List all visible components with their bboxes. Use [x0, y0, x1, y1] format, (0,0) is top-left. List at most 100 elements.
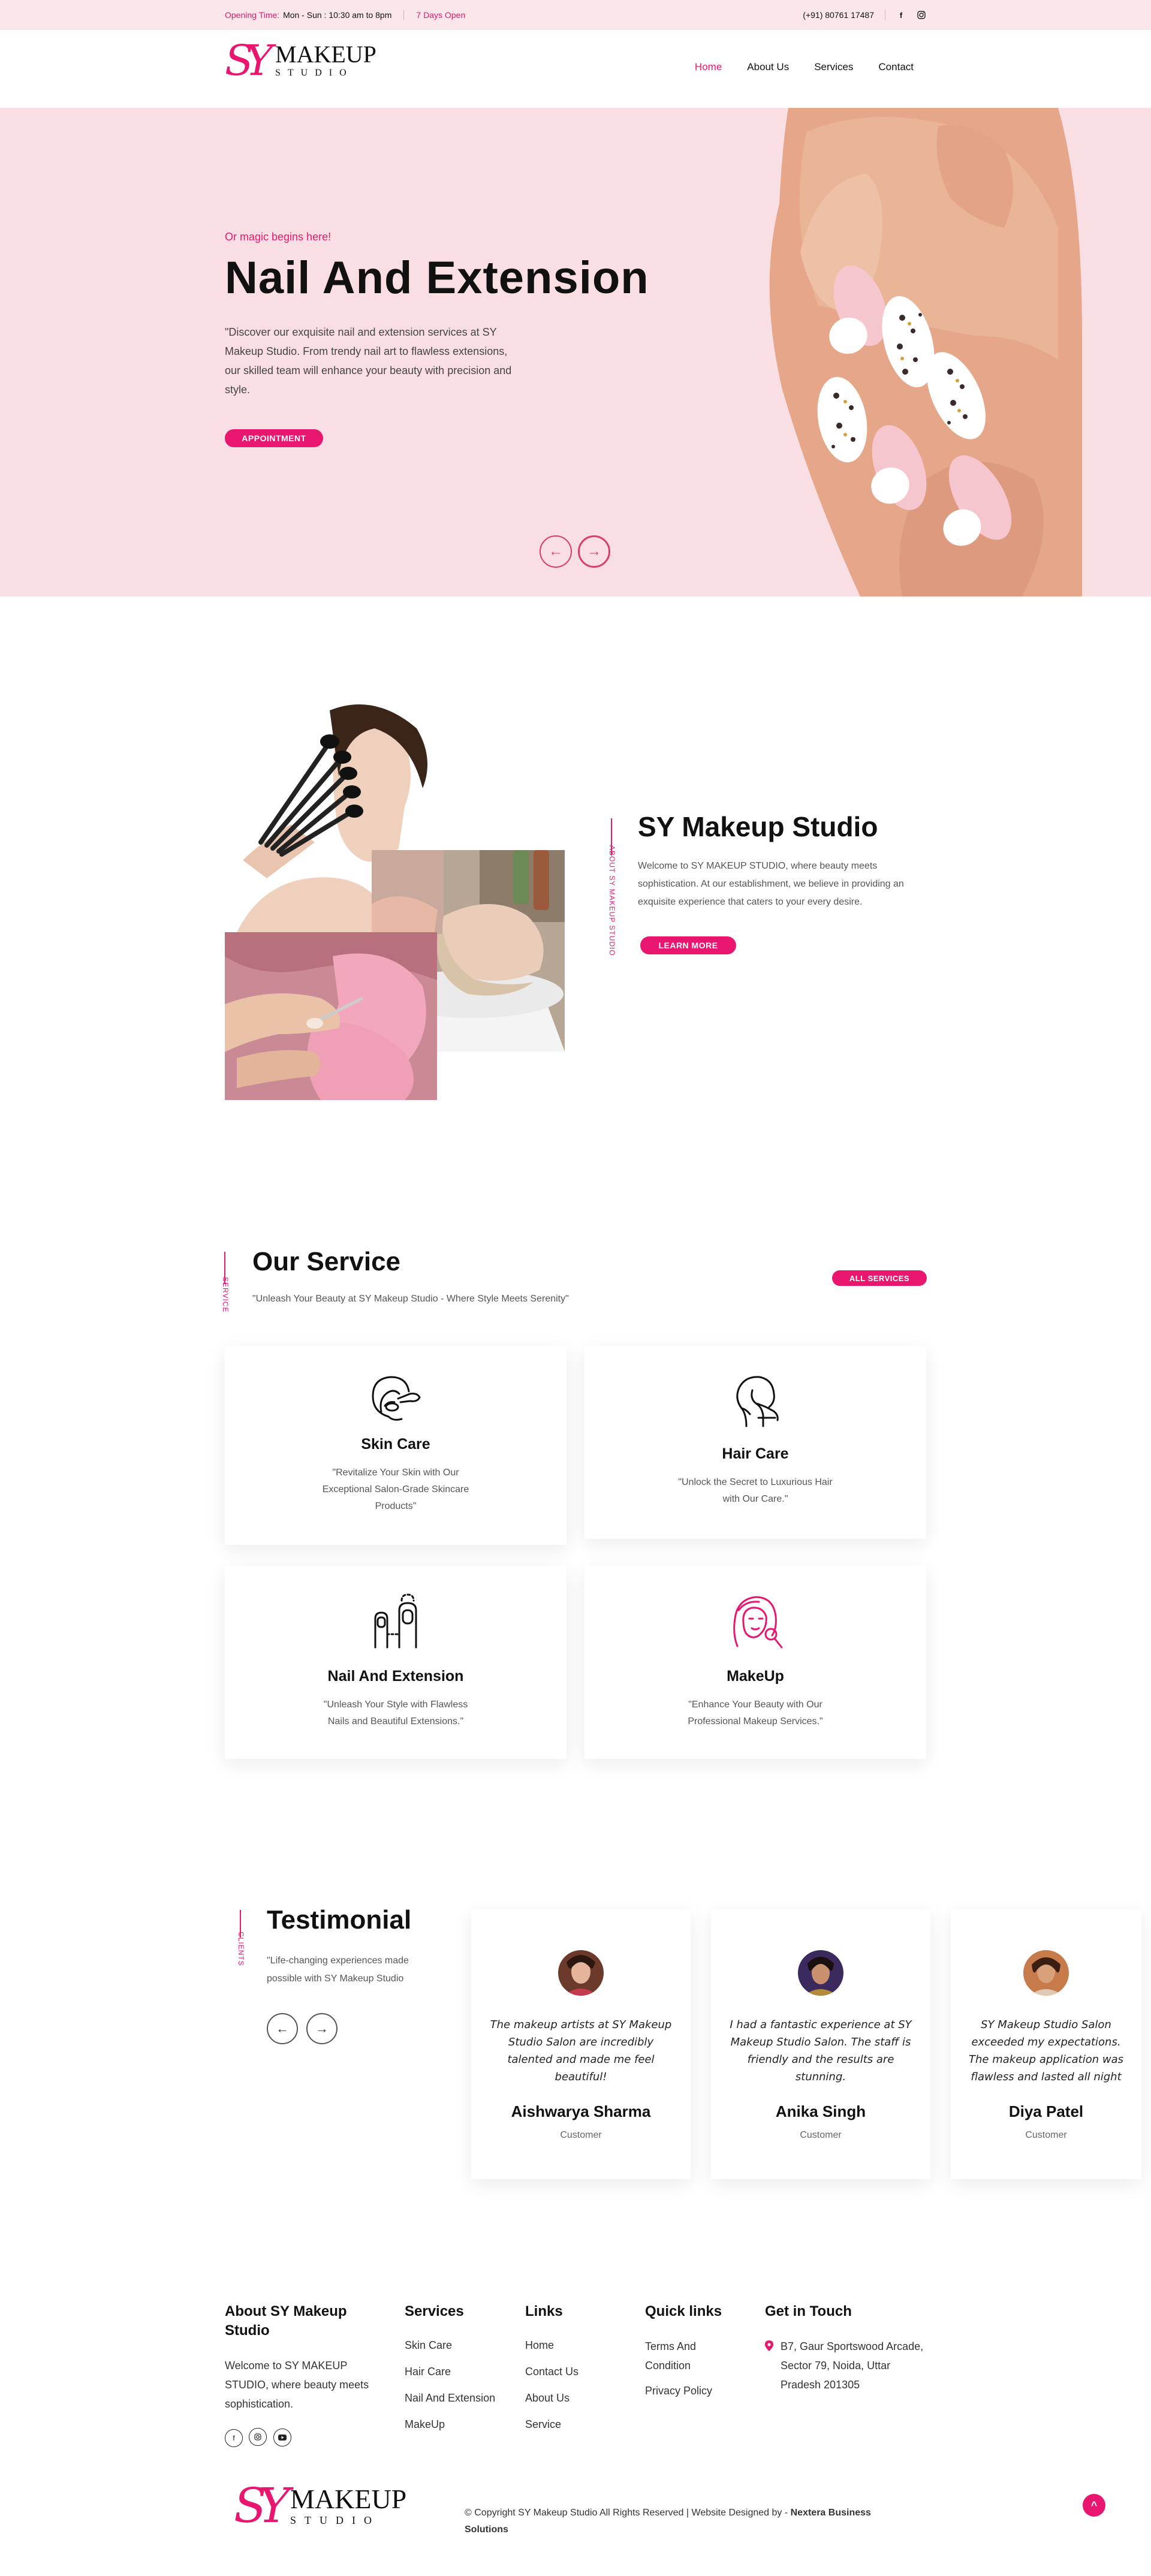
nav-contact[interactable]: Contact: [878, 61, 914, 73]
days-open: 7 Days Open: [416, 10, 466, 20]
footer-logo[interactable]: SY MAKEUP STUDIO: [234, 2482, 406, 2530]
footer-address: B7, Gaur Sportswood Arcade, Sector 79, N…: [781, 2340, 924, 2391]
opening-time-label: Opening Time:: [225, 10, 280, 20]
facebook-icon[interactable]: f: [225, 2429, 243, 2447]
service-card-skin-care[interactable]: Skin Care "Revitalize Your Skin with Our…: [225, 1346, 567, 1545]
youtube-icon[interactable]: [273, 2429, 291, 2447]
footer-link[interactable]: Terms And Condition: [645, 2337, 723, 2375]
avatar: [558, 1950, 604, 1996]
footer-link[interactable]: Skin Care: [405, 2332, 513, 2358]
top-bar: Opening Time: Mon - Sun : 10:30 am to 8p…: [0, 0, 1151, 30]
main-nav: Home About Us Services Contact: [695, 61, 914, 73]
testimonial-quote: The makeup artists at SY Makeup Studio S…: [490, 2018, 672, 2083]
footer-link[interactable]: Hair Care: [405, 2358, 513, 2385]
footer-links-title: Links: [525, 2303, 563, 2319]
about-description: Welcome to SY MAKEUP STUDIO, where beaut…: [638, 861, 904, 907]
footer-link[interactable]: MakeUp: [405, 2411, 513, 2438]
service-vertical-label: SERVICE: [221, 1277, 230, 1313]
nail-icon: [374, 1593, 417, 1649]
logo[interactable]: SY MAKEUP STUDIO: [225, 40, 376, 82]
about-title: SY Makeup Studio: [638, 811, 878, 842]
clients-vertical-label: CLIENTS: [237, 1932, 245, 1966]
testimonial-quote: I had a fantastic experience at SY Makeu…: [730, 2018, 912, 2083]
about-vertical-label: ABOUT SY MAKEUP STUDIO: [608, 845, 616, 956]
appointment-button[interactable]: APPOINTMENT: [225, 429, 323, 447]
testimonial-name: Aishwarya Sharma: [511, 2102, 651, 2120]
service-description: "Unlock the Secret to Luxurious Hair wit…: [678, 1477, 833, 1504]
testimonial-card: SY Makeup Studio Salon exceeded my expec…: [951, 1909, 1141, 2179]
footer-link[interactable]: About Us: [525, 2385, 621, 2411]
copyright-text: © Copyright SY Makeup Studio All Rights …: [465, 2508, 791, 2518]
testimonial-card: The makeup artists at SY Makeup Studio S…: [471, 1909, 691, 2179]
service-description: "Unleash Your Style with Flawless Nails …: [323, 1700, 468, 1727]
footer-services: Services Skin Care Hair Care Nail And Ex…: [405, 2302, 513, 2438]
hero-tagline: Or magic begins here!: [225, 231, 332, 243]
testimonial-quote: SY Makeup Studio Salon exceeded my expec…: [969, 2018, 1123, 2083]
divider: [403, 10, 405, 20]
nav-home[interactable]: Home: [695, 61, 722, 73]
hero-nail-image: [722, 108, 1094, 596]
learn-more-button[interactable]: LEARN MORE: [640, 936, 736, 954]
footer-link[interactable]: Home: [525, 2332, 621, 2358]
testimonial-subtitle: "Life-changing experiences made possible…: [267, 1956, 409, 1984]
testimonial-role: Customer: [560, 2130, 602, 2140]
services-subtitle: "Unleash Your Beauty at SY Makeup Studio…: [252, 1294, 569, 1304]
phone-number[interactable]: (+91) 80761 17487: [803, 10, 874, 20]
footer-link[interactable]: Contact Us: [525, 2358, 621, 2385]
logo-monogram: SY: [225, 36, 273, 85]
footer-contact-title: Get in Touch: [765, 2303, 852, 2319]
nav-services[interactable]: Services: [814, 61, 853, 73]
service-card-nail-extension[interactable]: Nail And Extension "Unleash Your Style w…: [225, 1566, 567, 1759]
logo-text: MAKEUP: [275, 41, 376, 68]
footer-contact: Get in Touch B7, Gaur Sportswood Arcade,…: [765, 2302, 927, 2394]
logo-subtext: STUDIO: [290, 2514, 380, 2526]
footer-links: Links Home Contact Us About Us Service: [525, 2302, 621, 2438]
copyright: © Copyright SY Makeup Studio All Rights …: [465, 2505, 884, 2538]
footer-about-title: About SY Makeup Studio: [225, 2303, 347, 2339]
hero-slider: Or magic begins here! Nail And Extension…: [0, 108, 1151, 596]
hero-title: Nail And Extension: [225, 252, 649, 303]
testimonial-role: Customer: [800, 2130, 842, 2140]
footer-about-text: Welcome to SY MAKEUP STUDIO, where beaut…: [225, 2360, 369, 2410]
hero-prev-button[interactable]: ←: [540, 535, 572, 568]
avatar: [798, 1950, 843, 1996]
services-title: Our Service: [252, 1247, 401, 1276]
logo-text: MAKEUP: [290, 2483, 407, 2514]
footer-quick-links: Quick links Terms And Condition Privacy …: [645, 2302, 723, 2400]
navbar: SY MAKEUP STUDIO Home About Us Services …: [0, 30, 1141, 108]
service-card-makeup[interactable]: MakeUp "Enhance Your Beauty with Our Pro…: [584, 1566, 926, 1759]
footer-quick-title: Quick links: [645, 2303, 722, 2319]
testimonial-next-button[interactable]: →: [306, 2013, 338, 2044]
opening-hours: Mon - Sun : 10:30 am to 8pm: [283, 10, 392, 20]
testimonial-name: Anika Singh: [775, 2102, 866, 2120]
testimonial-card: I had a fantastic experience at SY Makeu…: [711, 1909, 930, 2179]
hero-next-button[interactable]: →: [578, 535, 610, 568]
logo-monogram: SY: [234, 2478, 290, 2533]
footer-link[interactable]: Nail And Extension: [405, 2385, 513, 2411]
service-description: "Revitalize Your Skin with Our Exception…: [322, 1468, 469, 1511]
footer-about: About SY Makeup Studio Welcome to SY MAK…: [225, 2302, 375, 2447]
testimonial-name: Diya Patel: [1008, 2102, 1084, 2120]
service-card-hair-care[interactable]: Hair Care "Unlock the Secret to Luxuriou…: [584, 1346, 926, 1539]
skin-care-icon: [372, 1376, 421, 1421]
nav-about-us[interactable]: About Us: [747, 61, 789, 73]
instagram-icon[interactable]: [917, 10, 926, 20]
makeup-icon: [733, 1596, 783, 1649]
footer-link[interactable]: Service: [525, 2411, 621, 2438]
service-title: Hair Care: [722, 1445, 789, 1462]
footer-link[interactable]: Privacy Policy: [645, 2381, 723, 2400]
facebook-icon[interactable]: f: [896, 10, 906, 20]
testimonial-prev-button[interactable]: ←: [267, 2013, 298, 2044]
hair-care-icon: [736, 1376, 779, 1427]
avatar: [1023, 1950, 1069, 1996]
all-services-button[interactable]: ALL SERVICES: [832, 1270, 927, 1286]
back-to-top-button[interactable]: ^: [1083, 2494, 1105, 2517]
location-pin-icon: [765, 2340, 773, 2351]
service-description: "Enhance Your Beauty with Our Profession…: [688, 1700, 823, 1727]
instagram-icon[interactable]: [249, 2428, 267, 2446]
logo-subtext: STUDIO: [275, 68, 354, 78]
testimonial-title: Testimonial: [267, 1905, 412, 1935]
footer-services-title: Services: [405, 2303, 464, 2319]
service-title: Nail And Extension: [327, 1668, 464, 1685]
testimonial-role: Customer: [1025, 2130, 1067, 2140]
